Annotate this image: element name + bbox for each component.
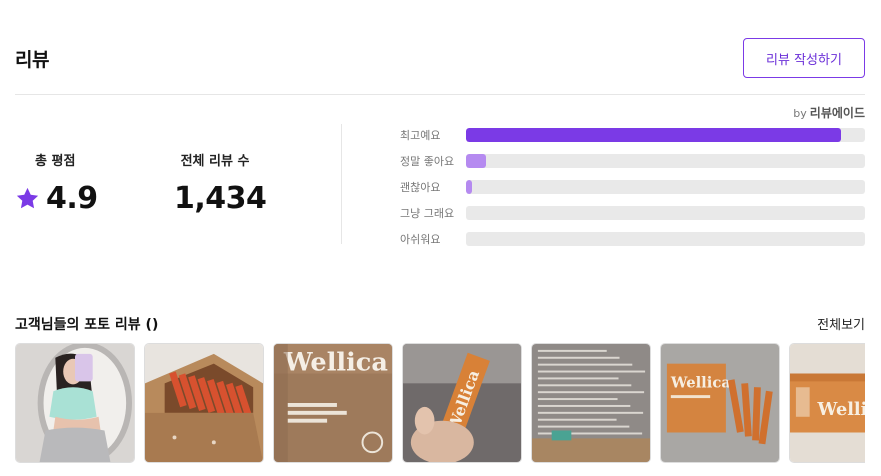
total-reviews-label: 전체 리뷰 수: [180, 154, 250, 169]
rating-row: 최고예요: [400, 122, 865, 148]
photo-review-image: [145, 344, 263, 462]
page-title: 리뷰: [15, 49, 49, 71]
powered-by: by 리뷰에이드: [793, 104, 865, 121]
photo-review-thumbnail[interactable]: [15, 343, 135, 463]
photo-review-image: [532, 344, 650, 462]
average-rating-label: 총 평점: [35, 154, 76, 169]
rating-bar-fill: [466, 180, 472, 194]
rating-bar-track: [466, 154, 865, 168]
total-reviews-value: 1,434: [174, 181, 267, 216]
photo-review-image: [16, 344, 134, 462]
brand-name: 리뷰에이드: [809, 106, 865, 120]
photo-review-image: Wellica: [274, 344, 392, 462]
rating-row-label: 최고예요: [400, 129, 441, 142]
photo-review-thumbnail[interactable]: Wellica: [273, 343, 393, 463]
rating-row: 아쉬워요: [400, 226, 865, 252]
rating-bar-fill: [466, 128, 842, 142]
photo-review-thumbnail[interactable]: [144, 343, 264, 463]
rating-bar-track: [466, 206, 865, 220]
photo-review-image: Wellica: [661, 344, 779, 462]
rating-bar-track: [466, 232, 865, 246]
review-header: 리뷰 리뷰 작성하기: [15, 38, 865, 80]
rating-bar-fill: [466, 154, 486, 168]
svg-text:Wellica: Wellica: [283, 348, 388, 378]
svg-text:Wellica: Wellica: [817, 399, 865, 420]
rating-distribution: 최고예요정말 좋아요괜찮아요그냥 그래요아쉬워요: [400, 122, 865, 252]
rating-row-label: 정말 좋아요: [400, 155, 455, 168]
rating-bar-track: [466, 128, 865, 142]
rating-row: 정말 좋아요: [400, 148, 865, 174]
svg-text:Wellica: Wellica: [670, 374, 732, 391]
photo-review-thumbnail[interactable]: Wellica: [402, 343, 522, 463]
photo-review-thumbnail[interactable]: Wellica: [660, 343, 780, 463]
by-text: by: [793, 107, 807, 120]
photo-review-thumbnail[interactable]: Wellica: [789, 343, 865, 463]
rating-bar-track: [466, 180, 865, 194]
rating-row: 그냥 그래요: [400, 200, 865, 226]
rating-row-label: 괜찮아요: [400, 181, 441, 194]
photo-review-image: Wellica: [790, 344, 865, 462]
rating-row: 괜찮아요: [400, 174, 865, 200]
header-divider: [15, 94, 865, 95]
average-rating-value-row: 4.9: [15, 181, 98, 216]
photo-review-thumbnail[interactable]: [531, 343, 651, 463]
star-icon: [16, 187, 39, 209]
average-rating-value: 4.9: [46, 181, 98, 216]
total-reviews: 전체 리뷰 수 1,434: [170, 150, 267, 216]
photo-reviews-header: 고객님들의 포토 리뷰 () 전체보기: [15, 314, 865, 334]
summary-divider: [341, 124, 342, 244]
photo-reviews-title: 고객님들의 포토 리뷰 (): [15, 317, 159, 333]
rating-row-label: 아쉬워요: [400, 233, 441, 246]
rating-row-label: 그냥 그래요: [400, 207, 455, 220]
photo-review-image: Wellica: [403, 344, 521, 462]
write-review-button[interactable]: 리뷰 작성하기: [743, 38, 865, 78]
photo-review-strip: Wellica Wellica Wellica Wellica: [15, 343, 865, 464]
see-all-link[interactable]: 전체보기: [817, 314, 865, 333]
